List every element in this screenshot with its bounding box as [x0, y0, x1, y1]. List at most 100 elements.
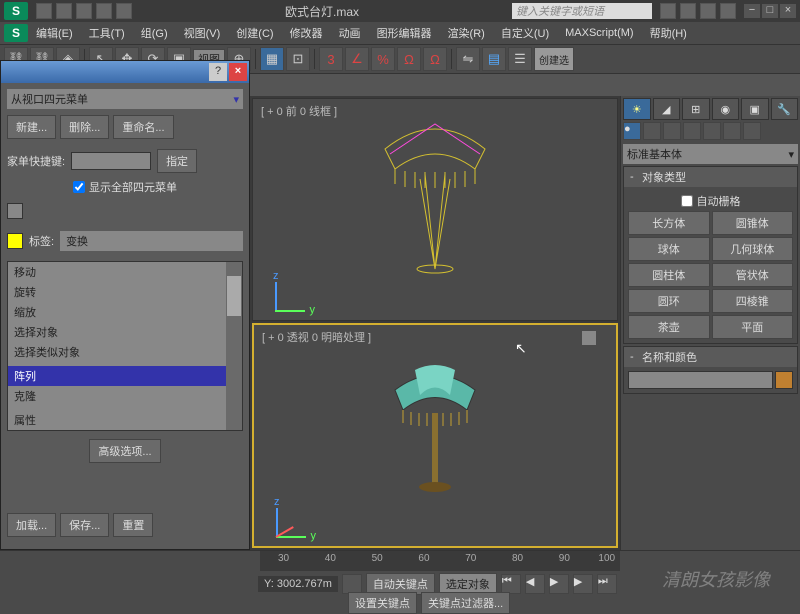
hierarchy-tab-icon[interactable]: ⊞: [682, 98, 710, 120]
quad-menu-dropdown[interactable]: 从视口四元菜单: [7, 89, 243, 109]
cylinder-button[interactable]: 圆柱体: [628, 263, 710, 287]
angle-snap-icon[interactable]: ∠: [345, 47, 369, 71]
dialog-titlebar[interactable]: ? ×: [1, 61, 249, 83]
geosphere-button[interactable]: 几何球体: [712, 237, 794, 261]
utility-tab-icon[interactable]: 🔧: [771, 98, 799, 120]
viewport-cube-icon[interactable]: [582, 331, 596, 345]
menu-modifier[interactable]: 修改器: [282, 23, 331, 43]
save-button[interactable]: 保存...: [60, 513, 109, 537]
label-display[interactable]: 变换: [60, 231, 243, 251]
snap3-icon[interactable]: 3: [319, 47, 343, 71]
menu-graph[interactable]: 图形编辑器: [369, 23, 440, 43]
torus-button[interactable]: 圆环: [628, 289, 710, 313]
object-name-input[interactable]: [628, 371, 773, 389]
timeline[interactable]: 30 40 50 60 70 80 90 100: [260, 551, 620, 571]
spinner-snap-icon[interactable]: Ω: [397, 47, 421, 71]
cmd-select[interactable]: 选择对象: [8, 322, 242, 342]
dialog-help-button[interactable]: ?: [209, 63, 227, 81]
align-icon[interactable]: ▤: [482, 47, 506, 71]
box-button[interactable]: 长方体: [628, 211, 710, 235]
menu-group[interactable]: 组(G): [133, 23, 176, 43]
cmd-move[interactable]: 移动: [8, 262, 242, 282]
cmd-props[interactable]: 属性: [8, 410, 242, 430]
menu-help[interactable]: 帮助(H): [642, 23, 695, 43]
cmd-scale[interactable]: 缩放: [8, 302, 242, 322]
viewport-front[interactable]: [ + 0 前 0 线框 ]: [252, 98, 618, 321]
setkey-button[interactable]: 设置关键点: [348, 592, 417, 614]
pyramid-button[interactable]: 四棱锥: [712, 289, 794, 313]
cmd-select-similar[interactable]: 选择类似对象: [8, 342, 242, 362]
show-all-checkbox[interactable]: 显示全部四元菜单: [7, 177, 243, 197]
menu-create[interactable]: 创建(C): [228, 23, 281, 43]
menu-edit[interactable]: 编辑(E): [28, 23, 81, 43]
play-start-icon[interactable]: ⏮: [501, 574, 521, 594]
create-tab-icon[interactable]: ☀: [623, 98, 651, 120]
menu-script[interactable]: MAXScript(M): [557, 25, 641, 41]
geometry-icon[interactable]: ●: [623, 122, 641, 140]
swatch-yellow[interactable]: [7, 233, 23, 249]
create-sel-button[interactable]: 创建选: [534, 47, 574, 71]
new-button[interactable]: 新建...: [7, 115, 56, 139]
info-icon[interactable]: [720, 3, 736, 19]
display-tab-icon[interactable]: ▣: [741, 98, 769, 120]
snap-icon[interactable]: ⊡: [286, 47, 310, 71]
object-type-header[interactable]: 对象类型: [624, 167, 797, 187]
lights-icon[interactable]: [663, 122, 681, 140]
cmd-curve-editor[interactable]: 曲线编辑器(打开): [8, 430, 242, 431]
shortcut-input[interactable]: [71, 152, 151, 170]
swatch-gray[interactable]: [7, 203, 23, 219]
play-prev-icon[interactable]: ◀: [525, 574, 545, 594]
menu-view[interactable]: 视图(V): [176, 23, 229, 43]
dialog-close-button[interactable]: ×: [229, 63, 247, 81]
sphere-button[interactable]: 球体: [628, 237, 710, 261]
spacewarps-icon[interactable]: [723, 122, 741, 140]
undo-icon[interactable]: [96, 3, 112, 19]
list-scrollbar[interactable]: [226, 262, 242, 430]
select-obj-icon[interactable]: ▦: [260, 47, 284, 71]
modify-tab-icon[interactable]: ◢: [653, 98, 681, 120]
name-color-header[interactable]: 名称和颜色: [624, 347, 797, 367]
menu-anim[interactable]: 动画: [331, 23, 369, 43]
minimize-button[interactable]: −: [744, 4, 760, 18]
viewport-perspective[interactable]: [ + 0 透视 0 明暗处理 ]: [252, 323, 618, 548]
menu-render[interactable]: 渲染(R): [440, 23, 493, 43]
shapes-icon[interactable]: [643, 122, 661, 140]
link-icon[interactable]: [680, 3, 696, 19]
close-button[interactable]: ×: [780, 4, 796, 18]
command-list[interactable]: 移动 旋转 缩放 选择对象 选择类似对象 阵列 克隆 属性 曲线编辑器(打开): [7, 261, 243, 431]
delete-button[interactable]: 删除...: [60, 115, 109, 139]
cameras-icon[interactable]: [683, 122, 701, 140]
save-icon[interactable]: [76, 3, 92, 19]
named-sel-icon[interactable]: Ω: [423, 47, 447, 71]
cmd-clone[interactable]: 克隆: [8, 386, 242, 406]
help-icon[interactable]: [700, 3, 716, 19]
grid-icon[interactable]: [342, 574, 362, 594]
reset-button[interactable]: 重置: [113, 513, 153, 537]
load-button[interactable]: 加载...: [7, 513, 56, 537]
advanced-button[interactable]: 高级选项...: [89, 439, 160, 463]
play-next-icon[interactable]: ▶: [573, 574, 593, 594]
search-icon[interactable]: [660, 3, 676, 19]
assign-button[interactable]: 指定: [157, 149, 197, 173]
layers-icon[interactable]: ☰: [508, 47, 532, 71]
menu-tools[interactable]: 工具(T): [81, 23, 133, 43]
helpers-icon[interactable]: [703, 122, 721, 140]
teapot-button[interactable]: 茶壶: [628, 315, 710, 339]
object-color-swatch[interactable]: [775, 371, 793, 389]
autogrid-checkbox[interactable]: 自动栅格: [628, 191, 793, 211]
cmd-array[interactable]: 阵列: [8, 366, 242, 386]
percent-snap-icon[interactable]: %: [371, 47, 395, 71]
rename-button[interactable]: 重命名...: [113, 115, 173, 139]
plane-button[interactable]: 平面: [712, 315, 794, 339]
play-end-icon[interactable]: ⏭: [597, 574, 617, 594]
cone-button[interactable]: 圆锥体: [712, 211, 794, 235]
tube-button[interactable]: 管状体: [712, 263, 794, 287]
new-icon[interactable]: [36, 3, 52, 19]
search-input[interactable]: 键入关键字或短语: [512, 3, 652, 19]
primitive-dropdown[interactable]: 标准基本体: [623, 144, 798, 164]
redo-icon[interactable]: [116, 3, 132, 19]
open-icon[interactable]: [56, 3, 72, 19]
systems-icon[interactable]: [743, 122, 761, 140]
motion-tab-icon[interactable]: ◉: [712, 98, 740, 120]
maximize-button[interactable]: □: [762, 4, 778, 18]
